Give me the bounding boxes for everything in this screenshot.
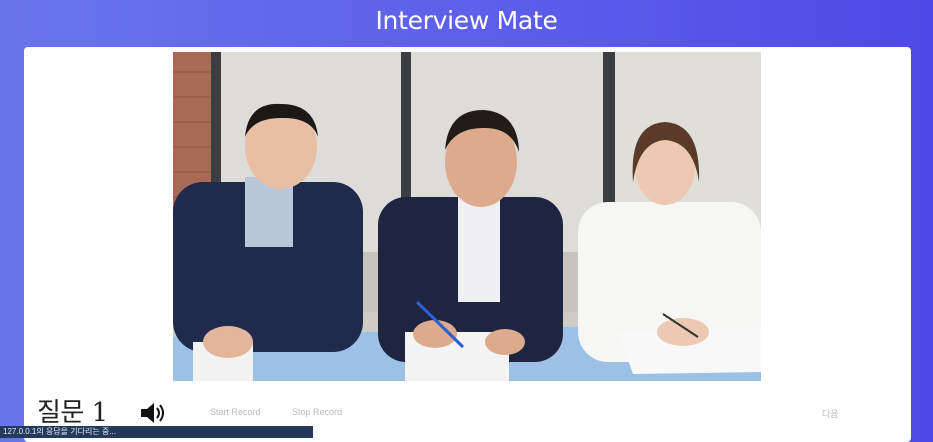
stop-record-button[interactable]: Stop Record xyxy=(292,407,342,417)
interviewer-video-frame xyxy=(173,52,761,381)
next-button[interactable]: 다음 xyxy=(822,407,839,420)
browser-status-bar: 127.0.0.1의 응답을 기다리는 중... xyxy=(0,426,313,438)
app-title: Interview Mate xyxy=(375,6,558,35)
question-label: 질문 1 xyxy=(37,398,108,428)
interviewer-video xyxy=(173,52,761,381)
start-record-button[interactable]: Start Record xyxy=(210,407,261,417)
speaker-volume-icon[interactable] xyxy=(139,401,169,425)
